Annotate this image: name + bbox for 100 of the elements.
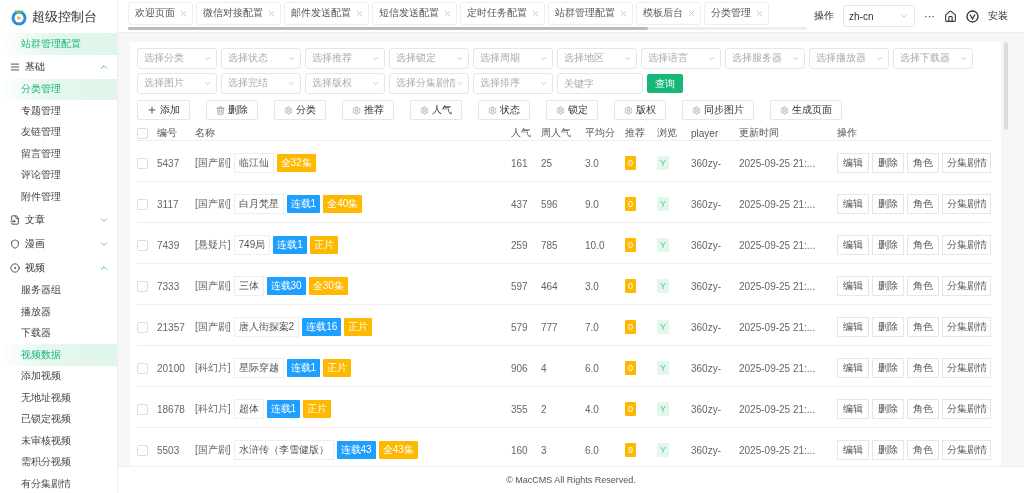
action-button[interactable]: 删除	[872, 235, 904, 255]
action-button[interactable]: 角色	[907, 317, 939, 337]
action-button[interactable]: 分集剧情	[942, 317, 991, 337]
checkbox[interactable]	[137, 198, 148, 210]
sidebar-group[interactable]: 文章	[0, 207, 117, 232]
close-icon[interactable]	[755, 8, 764, 18]
action-button[interactable]: 删除	[872, 399, 904, 419]
checkbox[interactable]	[137, 321, 148, 333]
tab[interactable]: 微信对接配置	[196, 1, 281, 25]
close-icon[interactable]	[531, 8, 540, 18]
checkbox[interactable]	[137, 280, 148, 292]
sidebar-group[interactable]: 漫画	[0, 231, 117, 256]
action-button[interactable]: 角色	[907, 276, 939, 296]
action-button[interactable]: 角色	[907, 358, 939, 378]
play-circle-icon	[10, 262, 20, 273]
toolbar-button[interactable]: 状态	[478, 100, 530, 120]
action-button[interactable]: 角色	[907, 235, 939, 255]
table-cell-text: 7333	[157, 280, 181, 292]
checkbox[interactable]	[137, 127, 148, 139]
sidebar-item[interactable]: 专题管理	[0, 100, 117, 122]
action-button[interactable]: 分集剧情	[942, 358, 991, 378]
action-button[interactable]: 分集剧情	[942, 276, 991, 296]
close-icon[interactable]	[619, 8, 628, 18]
action-button[interactable]: 角色	[907, 153, 939, 173]
column-header: 推荐	[625, 126, 646, 140]
toolbar-button[interactable]: 添加	[137, 100, 190, 120]
action-button[interactable]: 删除	[872, 317, 904, 337]
close-icon[interactable]	[687, 8, 696, 18]
close-icon[interactable]	[355, 8, 364, 18]
action-button[interactable]: 角色	[907, 399, 939, 419]
action-button[interactable]: 编辑	[837, 194, 869, 214]
action-button[interactable]: 删除	[872, 153, 904, 173]
action-button[interactable]: 分集剧情	[942, 235, 991, 255]
tab[interactable]: 模板后台	[636, 1, 701, 25]
scrollbar-thumb[interactable]	[128, 26, 648, 30]
sidebar-item[interactable]: 友链管理	[0, 121, 117, 143]
action-button[interactable]: 分集剧情	[942, 194, 991, 214]
sidebar-item[interactable]: 留言管理	[0, 143, 117, 165]
chevron-down-icon	[371, 79, 380, 88]
sidebar-group[interactable]: 基础	[0, 54, 117, 79]
action-button[interactable]: 编辑	[837, 153, 869, 173]
sidebar-item[interactable]: 已锁定视频	[0, 408, 117, 430]
sidebar-item[interactable]: 未审核视频	[0, 430, 117, 452]
checkbox[interactable]	[137, 362, 148, 374]
action-button[interactable]: 编辑	[837, 317, 869, 337]
tab[interactable]: 站群管理配置	[548, 1, 633, 25]
action-button[interactable]: 编辑	[837, 399, 869, 419]
install-link[interactable]: 安装	[988, 9, 1008, 23]
sidebar-item[interactable]: 评论管理	[0, 164, 117, 186]
tab[interactable]: 欢迎页面	[128, 1, 193, 25]
sidebar-item[interactable]: 有分集剧情	[0, 473, 117, 493]
action-button[interactable]: 分集剧情	[942, 440, 991, 460]
keyword-field[interactable]: 关键字	[557, 73, 643, 94]
toolbar-button[interactable]: 删除	[206, 100, 258, 120]
home-icon[interactable]	[944, 9, 957, 23]
action-button[interactable]: 编辑	[837, 235, 869, 255]
sidebar-item[interactable]: 播放器	[0, 301, 117, 323]
checkbox[interactable]	[137, 239, 148, 251]
toolbar-button[interactable]: 同步图片	[682, 100, 754, 120]
action-button[interactable]: 分集剧情	[942, 399, 991, 419]
toolbar-button[interactable]: 版权	[614, 100, 666, 120]
checkbox[interactable]	[137, 403, 148, 415]
sidebar-group[interactable]: 视频	[0, 255, 117, 280]
toolbar-button[interactable]: 锁定	[546, 100, 598, 120]
tab[interactable]: 分类管理	[704, 1, 769, 25]
toolbar-button[interactable]: 人气	[410, 100, 462, 120]
sidebar-item[interactable]: 下载器	[0, 322, 117, 344]
more-button[interactable]: ···	[924, 10, 935, 22]
tab[interactable]: 邮件发送配置	[284, 1, 369, 25]
sidebar-item[interactable]: 附件管理	[0, 186, 117, 208]
action-button[interactable]: 删除	[872, 358, 904, 378]
sidebar-item[interactable]: 无地址视频	[0, 387, 117, 409]
action-button[interactable]: 角色	[907, 440, 939, 460]
v-circle-icon[interactable]	[966, 9, 979, 23]
toolbar-button[interactable]: 生成页面	[770, 100, 842, 120]
close-icon[interactable]	[267, 8, 276, 18]
sidebar-item[interactable]: 需积分视频	[0, 451, 117, 473]
action-button[interactable]: 角色	[907, 194, 939, 214]
action-button[interactable]: 分集剧情	[942, 153, 991, 173]
action-button[interactable]: 删除	[872, 194, 904, 214]
toolbar-button[interactable]: 分类	[274, 100, 326, 120]
action-button[interactable]: 删除	[872, 276, 904, 296]
action-button[interactable]: 编辑	[837, 440, 869, 460]
close-icon[interactable]	[443, 8, 452, 18]
close-icon[interactable]	[179, 8, 188, 18]
sidebar-item[interactable]: 服务器组	[0, 279, 117, 301]
tag: 全40集	[323, 195, 363, 213]
sidebar-item[interactable]: 添加视频	[0, 365, 117, 387]
chevron-down-icon	[791, 54, 800, 63]
toolbar-button[interactable]: 推荐	[342, 100, 394, 120]
checkbox[interactable]	[137, 444, 148, 456]
action-button[interactable]: 删除	[872, 440, 904, 460]
tab[interactable]: 短信发送配置	[372, 1, 457, 25]
action-button[interactable]: 编辑	[837, 276, 869, 296]
checkbox[interactable]	[137, 157, 148, 169]
action-button[interactable]: 编辑	[837, 358, 869, 378]
table-cell-text: 2025-09-25 21:...	[739, 198, 817, 210]
title-text: 星际穿越	[233, 358, 284, 378]
tab[interactable]: 定时任务配置	[460, 1, 545, 25]
language-select[interactable]: zh-cn	[843, 5, 915, 27]
